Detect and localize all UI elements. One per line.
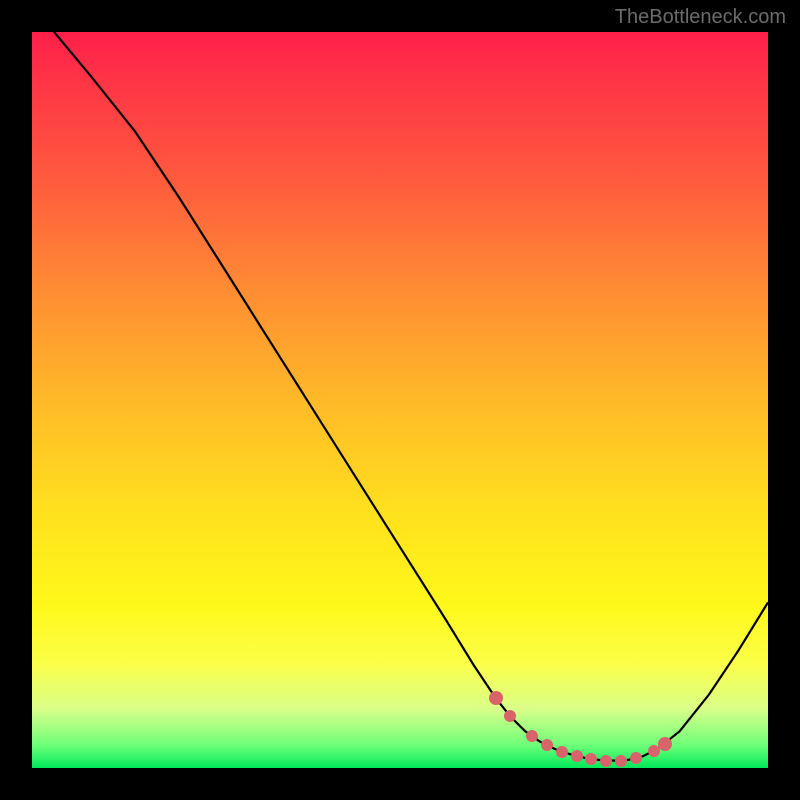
marker-dot xyxy=(600,755,612,767)
marker-dot xyxy=(630,752,642,764)
marker-dot xyxy=(658,737,672,751)
marker-dot xyxy=(541,739,553,751)
marker-dot xyxy=(615,755,627,767)
marker-dot xyxy=(585,753,597,765)
marker-dot xyxy=(489,691,503,705)
marker-dots xyxy=(32,32,768,768)
plot-area xyxy=(32,32,768,768)
watermark-text: TheBottleneck.com xyxy=(615,6,786,29)
marker-dot xyxy=(571,750,583,762)
marker-dot xyxy=(504,710,516,722)
marker-dot xyxy=(526,730,538,742)
marker-dot xyxy=(556,746,568,758)
